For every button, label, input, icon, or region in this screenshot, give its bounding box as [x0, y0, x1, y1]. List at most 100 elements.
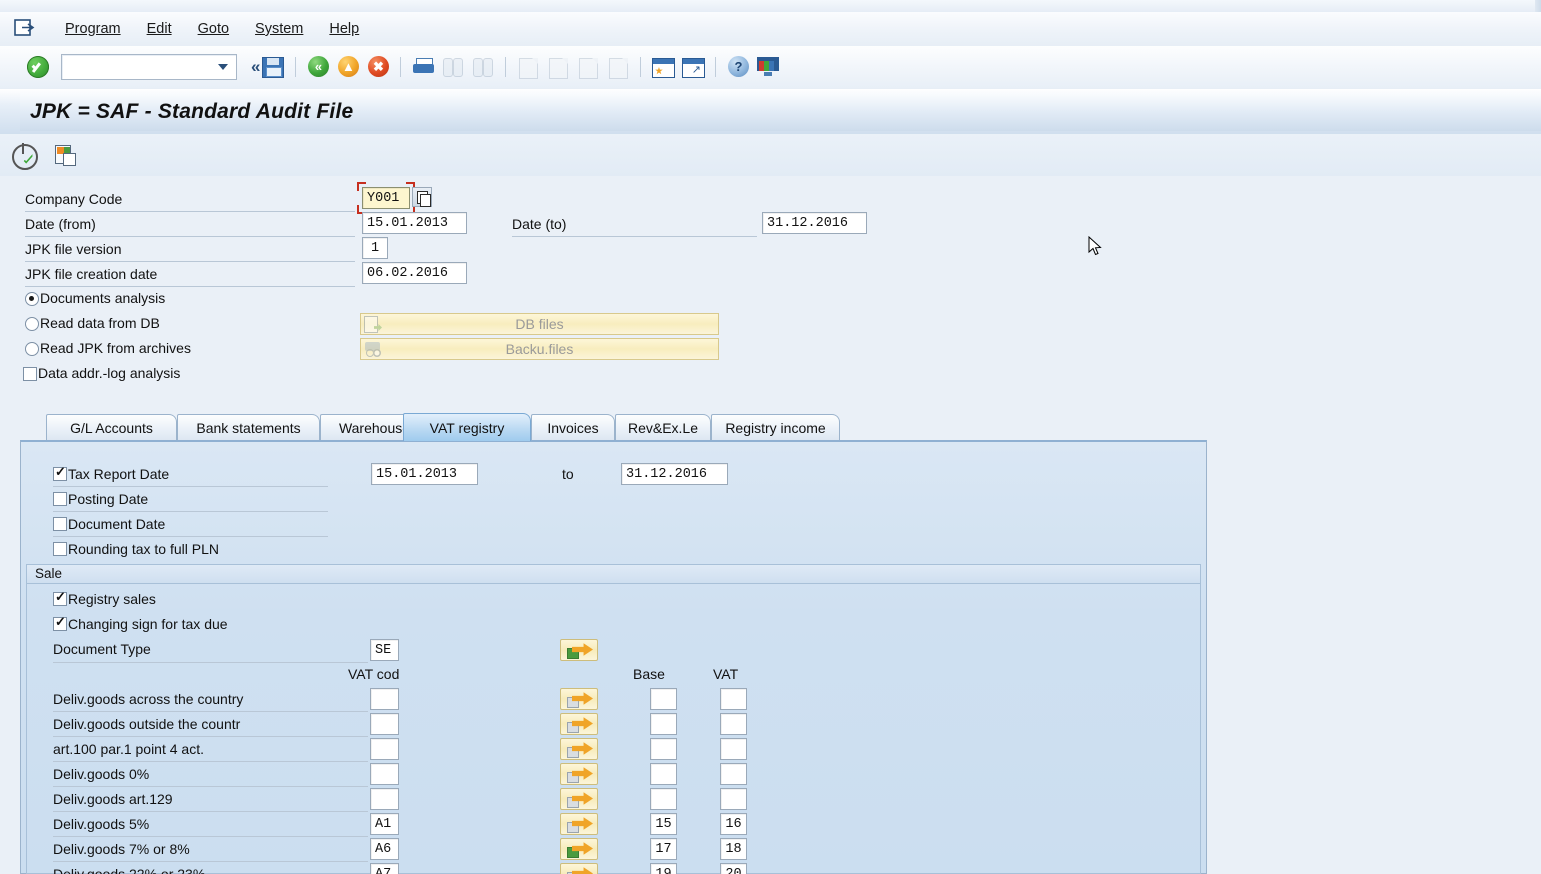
date-to-input[interactable]: 31.12.2016 — [762, 212, 867, 234]
tab-vat-registry[interactable]: VAT registry — [403, 413, 531, 441]
create-shortcut-icon[interactable]: ↗ — [680, 54, 706, 80]
table-row-base-input[interactable] — [650, 713, 677, 735]
table-row-vat-input[interactable] — [720, 788, 747, 810]
table-row-vat-code-input[interactable]: A6 — [370, 838, 399, 860]
checkbox-posting-date[interactable] — [53, 492, 67, 506]
checkbox-rounding-tax-full-pln[interactable] — [53, 542, 67, 556]
chevron-down-icon[interactable] — [218, 64, 228, 70]
screen-title-bar: JPK = SAF - Standard Audit File — [0, 88, 1541, 135]
table-row-base-input[interactable]: 17 — [650, 838, 677, 860]
print-icon[interactable] — [410, 54, 436, 80]
checkbox-data-addr-log-analysis[interactable] — [23, 367, 37, 381]
system-menu-icon[interactable] — [14, 18, 40, 40]
command-input[interactable] — [61, 54, 237, 80]
menu-item-program[interactable]: Program — [52, 19, 134, 39]
table-row-base-input[interactable]: 15 — [650, 813, 677, 835]
tab-invoices-label: Invoices — [543, 420, 602, 436]
checkbox-document-date-label: Document Date — [68, 516, 165, 532]
table-row-vat-input[interactable] — [720, 738, 747, 760]
company-code-input[interactable]: Y001 — [362, 187, 410, 209]
table-row-arrow-icon[interactable] — [560, 763, 598, 785]
tab-bank-statements[interactable]: Bank statements — [177, 414, 320, 440]
table-row-vat-code-input[interactable]: A7 — [370, 863, 399, 874]
tab-gl-accounts-label: G/L Accounts — [66, 420, 157, 436]
tax-report-date-from-input[interactable]: 15.01.2013 — [371, 463, 478, 485]
tab-invoices[interactable]: Invoices — [531, 414, 615, 440]
help-icon[interactable] — [725, 54, 751, 80]
collapse-chevrons-icon[interactable]: « — [251, 57, 258, 77]
checkbox-changing-sign-tax-due[interactable] — [53, 617, 67, 631]
table-row-arrow-icon[interactable] — [560, 713, 598, 735]
tab-gl-accounts[interactable]: G/L Accounts — [46, 414, 177, 440]
find-icon[interactable] — [440, 54, 466, 80]
create-session-icon[interactable] — [650, 54, 676, 80]
table-row-base-input[interactable] — [650, 788, 677, 810]
table-row-base-input[interactable] — [650, 763, 677, 785]
db-files-icon — [364, 316, 382, 333]
table-row-vat-input[interactable] — [720, 688, 747, 710]
table-row-vat-code-input[interactable] — [370, 688, 399, 710]
tab-rev-ex-le[interactable]: Rev&Ex.Le — [615, 414, 711, 440]
tab-registry-income[interactable]: Registry income — [711, 414, 840, 440]
enter-check-icon[interactable] — [27, 56, 49, 78]
radio-read-data-from-db[interactable] — [25, 317, 39, 331]
radio-read-jpk-from-archives[interactable] — [25, 342, 39, 356]
field-underline — [53, 736, 368, 737]
table-row-arrow-icon[interactable] — [560, 813, 598, 835]
checkbox-registry-sales[interactable] — [53, 592, 67, 606]
checkbox-document-date[interactable] — [53, 517, 67, 531]
table-row-vat-input[interactable]: 18 — [720, 838, 747, 860]
table-row-vat-code-input[interactable] — [370, 788, 399, 810]
table-row-vat-input[interactable] — [720, 763, 747, 785]
field-underline — [53, 662, 368, 663]
menu-bar: Program Edit Goto System Help — [0, 12, 1541, 47]
matchcode-search-icon[interactable] — [412, 187, 432, 207]
table-row-vat-input[interactable]: 20 — [720, 863, 747, 874]
field-underline — [53, 861, 368, 862]
cancel-icon[interactable]: ✖ — [365, 54, 391, 80]
table-row-label: art.100 par.1 point 4 act. — [53, 741, 204, 757]
menu-item-system[interactable]: System — [242, 19, 316, 39]
menu-item-edit[interactable]: Edit — [134, 19, 185, 39]
table-row-vat-code-input[interactable] — [370, 713, 399, 735]
radio-documents-analysis[interactable] — [25, 292, 39, 306]
back-icon[interactable]: « — [305, 54, 331, 80]
toolbar-divider — [715, 57, 716, 77]
checkbox-tax-report-date[interactable] — [53, 467, 67, 481]
table-row-base-input[interactable] — [650, 688, 677, 710]
date-from-input[interactable]: 15.01.2013 — [362, 212, 467, 234]
document-type-multiple-selection-arrow-icon[interactable] — [560, 639, 598, 661]
table-row-base-input[interactable]: 19 — [650, 863, 677, 874]
document-type-input[interactable]: SE — [370, 639, 399, 661]
multiple-selection-icon[interactable] — [50, 140, 80, 170]
save-icon[interactable] — [260, 54, 286, 80]
radio-read-data-from-db-label: Read data from DB — [40, 315, 160, 331]
db-files-button[interactable]: DB files — [360, 313, 719, 335]
find-next-icon[interactable] — [470, 54, 496, 80]
table-row-arrow-icon[interactable] — [560, 688, 598, 710]
customize-layout-icon[interactable] — [755, 54, 781, 80]
jpk-file-creation-date-input[interactable]: 06.02.2016 — [362, 262, 467, 284]
backup-files-button[interactable]: Backu.files — [360, 338, 719, 360]
table-row-vat-code-input[interactable] — [370, 763, 399, 785]
menu-item-goto[interactable]: Goto — [185, 19, 242, 39]
jpk-file-version-input[interactable]: 1 — [362, 237, 388, 259]
table-row-arrow-icon[interactable] — [560, 863, 598, 874]
field-underline — [25, 286, 355, 287]
menu-item-help[interactable]: Help — [316, 19, 372, 39]
table-row-base-input[interactable] — [650, 738, 677, 760]
standard-toolbar: « « ▲ ✖ ↗ — [0, 46, 1541, 89]
table-row-label: Deliv.goods 7% or 8% — [53, 841, 190, 857]
table-row-vat-input[interactable] — [720, 713, 747, 735]
tax-report-date-to-input[interactable]: 31.12.2016 — [621, 463, 728, 485]
table-row-arrow-icon[interactable] — [560, 788, 598, 810]
table-row-arrow-icon[interactable] — [560, 738, 598, 760]
table-row-arrow-icon[interactable] — [560, 838, 598, 860]
exit-icon[interactable]: ▲ — [335, 54, 361, 80]
table-row-vat-code-input[interactable] — [370, 738, 399, 760]
table-row-vat-input[interactable]: 16 — [720, 813, 747, 835]
field-underline — [53, 511, 328, 512]
execute-clock-icon[interactable] — [10, 140, 40, 170]
table-row-vat-code-input[interactable]: A1 — [370, 813, 399, 835]
date-from-label: Date (from) — [25, 216, 96, 232]
